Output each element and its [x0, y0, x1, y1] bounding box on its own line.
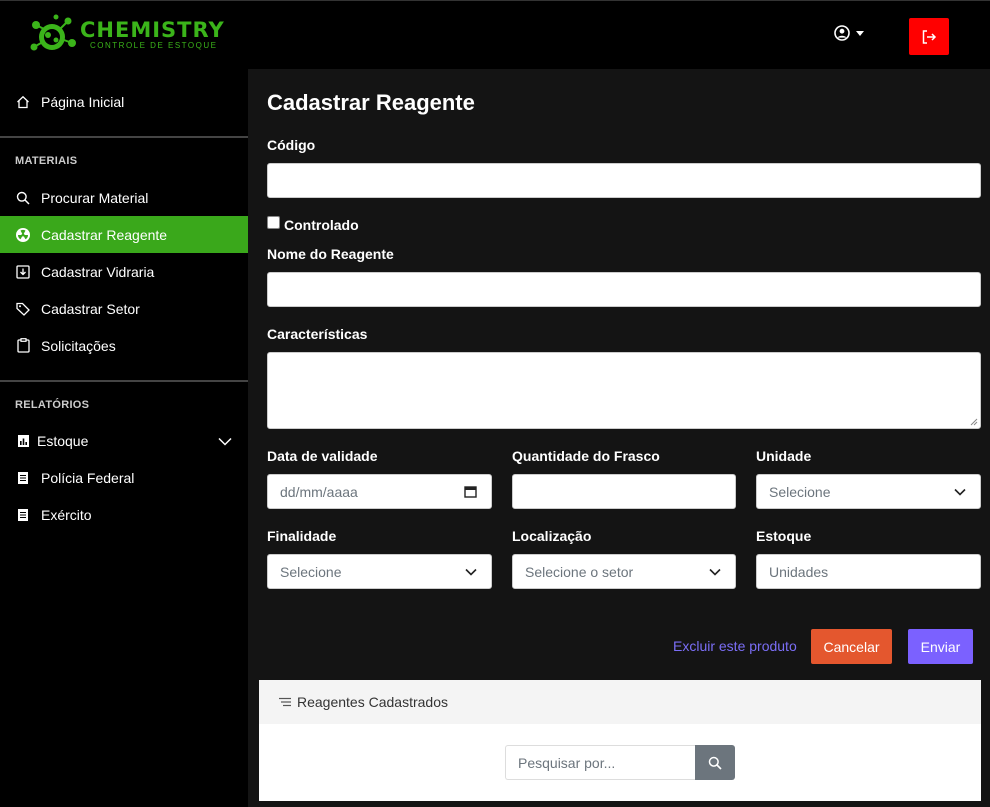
search-bar: Pesquisar por...: [505, 745, 735, 780]
logo[interactable]: CHEMISTRY CONTROLE DE ESTOQUE: [26, 13, 225, 57]
document-icon: [15, 507, 31, 523]
sidebar-item-cadastrar-reagente[interactable]: Cadastrar Reagente: [0, 216, 248, 253]
finalidade-select[interactable]: Selecione: [267, 554, 492, 589]
logout-icon: [922, 29, 937, 44]
top-bar: CHEMISTRY CONTROLE DE ESTOQUE: [0, 0, 990, 69]
chevron-down-icon: [465, 568, 477, 576]
sidebar-item-cadastrar-vidraria[interactable]: Cadastrar Vidraria: [0, 253, 248, 290]
clipboard-icon: [15, 338, 31, 354]
chevron-down-icon: [954, 488, 966, 496]
bar-chart-icon: [15, 433, 31, 449]
caracteristicas-textarea[interactable]: [267, 352, 981, 429]
divider: [0, 136, 248, 138]
estoque-input[interactable]: Unidades: [756, 554, 981, 589]
estoque-placeholder: Unidades: [769, 563, 829, 580]
search-icon: [708, 756, 722, 770]
brand-title: CHEMISTRY: [80, 18, 225, 42]
chevron-down-icon: [218, 433, 232, 449]
sidebar-item-label: Solicitações: [41, 337, 116, 354]
sidebar-item-label: Página Inicial: [41, 93, 125, 110]
home-icon: [15, 94, 31, 110]
sidebar-item-label: Cadastrar Setor: [41, 300, 140, 317]
estoque-label: Estoque: [756, 528, 812, 544]
sidebar-item-label: Cadastrar Reagente: [41, 226, 168, 243]
sidebar-item-cadastrar-setor[interactable]: Cadastrar Setor: [0, 290, 248, 327]
divider: [0, 380, 248, 382]
panel-title: Reagentes Cadastrados: [297, 694, 448, 710]
main-content: Cadastrar Reagente Código Controlado Nom…: [248, 69, 990, 807]
caracteristicas-label: Características: [267, 326, 368, 342]
unidade-label: Unidade: [756, 448, 812, 464]
sidebar-item-procurar-material[interactable]: Procurar Material: [0, 179, 248, 216]
localizacao-label: Localização: [512, 528, 592, 544]
reagents-list-panel: Reagentes Cadastrados Pesquisar por...: [259, 680, 981, 801]
sidebar-item-label: Procurar Material: [41, 189, 149, 206]
codigo-input[interactable]: [267, 163, 981, 198]
section-reports: RELATÓRIOS: [15, 399, 90, 411]
calendar-icon[interactable]: [464, 485, 477, 498]
search-icon: [15, 190, 31, 206]
document-icon: [15, 470, 31, 486]
caret-down-icon: [856, 30, 864, 36]
user-menu[interactable]: [834, 25, 864, 41]
page-title: Cadastrar Reagente: [267, 90, 475, 115]
validade-date-input[interactable]: dd/mm/aaaa: [267, 474, 492, 509]
controlado-checkbox[interactable]: [267, 216, 280, 229]
search-input[interactable]: Pesquisar por...: [505, 745, 695, 780]
nome-label: Nome do Reagente: [267, 246, 394, 262]
download-box-icon: [15, 264, 31, 280]
delete-product-link[interactable]: Excluir este produto: [673, 638, 797, 654]
finalidade-selected-value: Selecione: [280, 563, 342, 580]
logout-button[interactable]: [909, 18, 949, 55]
sidebar-item-label: Polícia Federal: [41, 469, 135, 486]
sidebar-item-estoque[interactable]: Estoque: [0, 422, 248, 459]
quantidade-label: Quantidade do Frasco: [512, 448, 660, 464]
user-circle-icon: [834, 25, 850, 41]
sidebar-item-home[interactable]: Página Inicial: [0, 83, 248, 120]
validade-placeholder: dd/mm/aaaa: [280, 483, 358, 500]
chemistry-logo-icon: [26, 13, 78, 57]
search-button[interactable]: [695, 745, 735, 780]
validade-label: Data de validade: [267, 448, 378, 464]
section-materials: MATERIAIS: [15, 155, 78, 167]
unidade-selected-value: Selecione: [769, 483, 831, 500]
sidebar-item-label: Cadastrar Vidraria: [41, 263, 155, 280]
brand-subtitle: CONTROLE DE ESTOQUE: [90, 41, 218, 50]
search-placeholder: Pesquisar por...: [518, 754, 616, 771]
cancel-button[interactable]: Cancelar: [811, 629, 892, 664]
sidebar-item-exercito[interactable]: Exército: [0, 496, 248, 533]
sidebar-item-label: Estoque: [37, 432, 89, 449]
chevron-down-icon: [709, 568, 721, 576]
quantidade-input[interactable]: [512, 474, 736, 509]
localizacao-select[interactable]: Selecione o setor: [512, 554, 736, 589]
localizacao-selected-value: Selecione o setor: [525, 563, 634, 580]
nome-input[interactable]: [267, 272, 981, 307]
radiation-icon: [15, 227, 31, 243]
list-icon: [279, 697, 291, 707]
resize-handle-icon: [970, 418, 978, 426]
submit-button[interactable]: Enviar: [908, 629, 973, 664]
codigo-label: Código: [267, 137, 316, 153]
tags-icon: [15, 301, 31, 317]
sidebar-item-policia-federal[interactable]: Polícia Federal: [0, 459, 248, 496]
panel-header: Reagentes Cadastrados: [259, 680, 981, 724]
finalidade-label: Finalidade: [267, 528, 337, 544]
sidebar-item-solicitacoes[interactable]: Solicitações: [0, 327, 248, 364]
sidebar-item-label: Exército: [41, 506, 92, 523]
sidebar: Página Inicial MATERIAIS Procurar Materi…: [0, 69, 248, 807]
unidade-select[interactable]: Selecione: [756, 474, 981, 509]
controlado-label: Controlado: [284, 217, 359, 233]
